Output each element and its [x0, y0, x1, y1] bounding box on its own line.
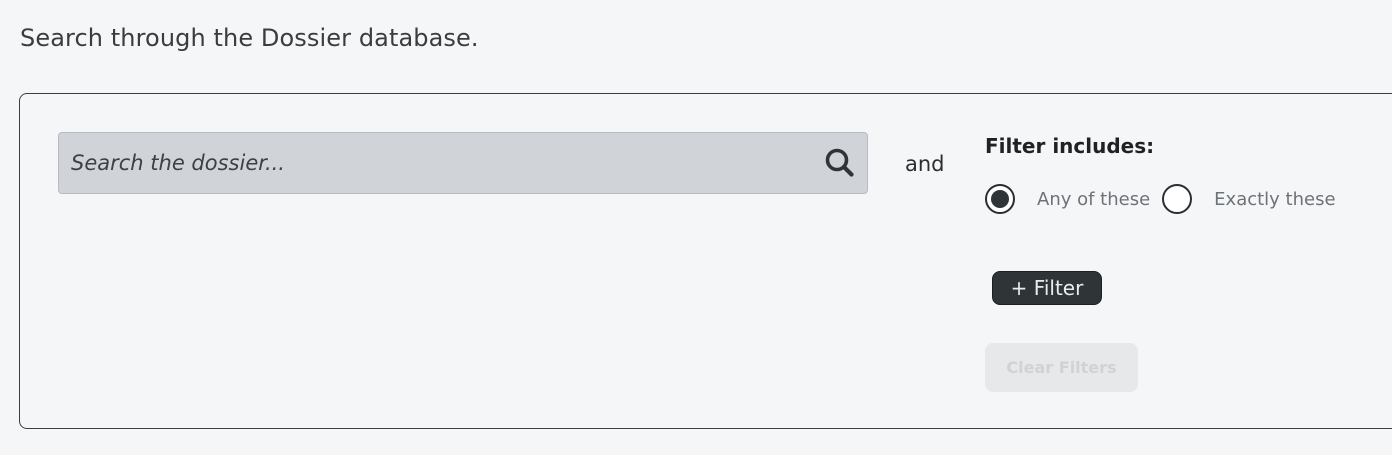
search-panel: and Filter includes: Any of these Exactl…	[19, 93, 1392, 429]
search-box	[58, 132, 868, 194]
filter-heading: Filter includes:	[985, 134, 1155, 158]
radio-label-any: Any of these	[1037, 188, 1151, 210]
radio-button-checked[interactable]	[985, 184, 1015, 214]
search-input[interactable]	[71, 133, 811, 193]
add-filter-button[interactable]: + Filter	[992, 271, 1102, 305]
search-icon[interactable]	[823, 146, 857, 180]
radio-button-unchecked[interactable]	[1162, 184, 1193, 214]
radio-any-of-these[interactable]: Any of these	[985, 184, 1162, 214]
radio-label-exactly: Exactly these	[1214, 188, 1336, 210]
radio-exactly-these[interactable]: Exactly these	[1162, 184, 1336, 214]
clear-filters-button[interactable]: Clear Filters	[985, 343, 1138, 392]
page-intro-text: Search through the Dossier database.	[20, 24, 479, 52]
and-connector-label: and	[905, 152, 945, 176]
filter-mode-radio-group: Any of these Exactly these	[985, 182, 1336, 216]
